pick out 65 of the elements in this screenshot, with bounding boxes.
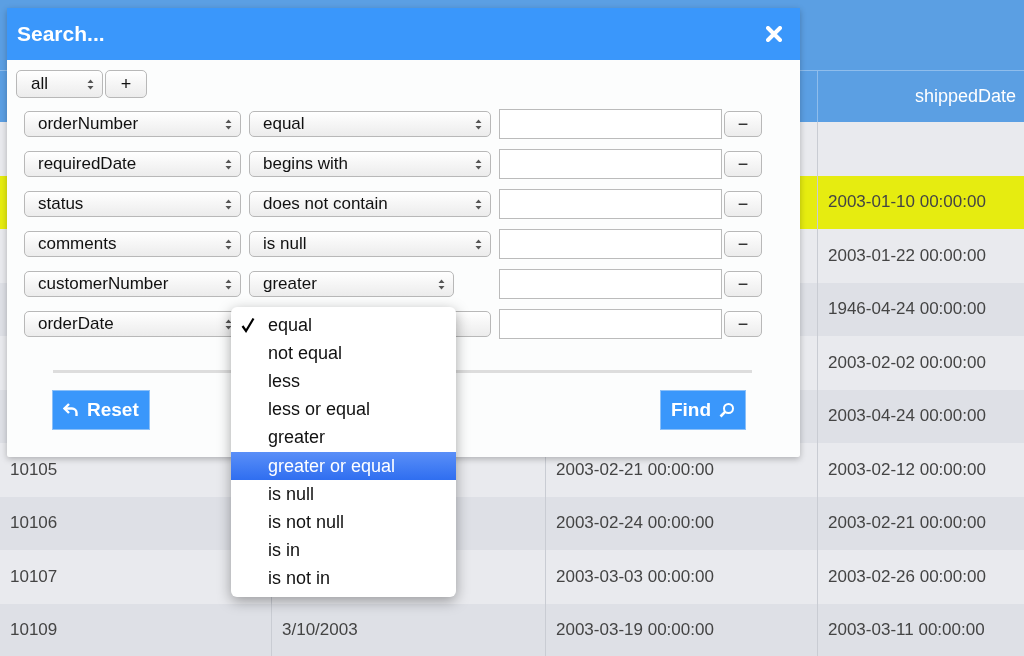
dialog-title: Search... <box>17 22 105 46</box>
field-select[interactable]: orderNumber <box>24 111 241 137</box>
menu-item[interactable]: is not null <box>231 508 456 537</box>
close-icon[interactable] <box>766 26 782 42</box>
remove-button[interactable]: − <box>724 151 762 177</box>
menu-item[interactable]: less <box>231 367 456 396</box>
table-cell: 2003-03-19 00:00:00 <box>556 620 714 641</box>
operator-select[interactable]: equal <box>249 111 491 137</box>
up-down-caret-icon <box>225 238 232 250</box>
remove-button[interactable]: − <box>724 271 762 297</box>
undo-icon <box>63 402 79 418</box>
value-input[interactable] <box>499 229 722 259</box>
table-cell: 2003-01-22 00:00:00 <box>828 245 986 266</box>
value-input[interactable] <box>499 109 722 139</box>
table-cell: 10107 <box>10 566 58 587</box>
table-cell: 2003-03-03 00:00:00 <box>556 566 714 587</box>
table-cell: 3/10/2003 <box>282 620 358 641</box>
field-select[interactable]: customerNumber <box>24 271 241 297</box>
remove-button[interactable]: − <box>724 111 762 137</box>
up-down-caret-icon <box>87 78 94 90</box>
operator-select[interactable]: begins with <box>249 151 491 177</box>
menu-item[interactable]: less or equal <box>231 395 456 424</box>
table-cell: 2003-02-02 00:00:00 <box>828 352 986 373</box>
up-down-caret-icon <box>475 198 482 210</box>
menu-item[interactable]: not equal <box>231 339 456 368</box>
operator-select[interactable]: greater <box>249 271 454 297</box>
value-input[interactable] <box>499 189 722 219</box>
table-cell: 2003-02-12 00:00:00 <box>828 459 986 480</box>
table-cell: 2003-02-24 00:00:00 <box>556 513 714 534</box>
up-down-caret-icon <box>225 278 232 290</box>
value-input[interactable] <box>499 149 722 179</box>
table-cell: 2003-01-10 00:00:00 <box>828 192 986 213</box>
remove-button[interactable]: − <box>724 311 762 337</box>
table-cell: 1946-04-24 00:00:00 <box>828 299 986 320</box>
up-down-caret-icon <box>438 278 445 290</box>
field-select[interactable]: requiredDate <box>24 151 241 177</box>
search-icon <box>719 402 735 418</box>
operator-select[interactable]: does not contain <box>249 191 491 217</box>
table-cell: 10109 <box>10 620 58 641</box>
table-cell: 2003-04-24 00:00:00 <box>828 406 986 427</box>
table-cell: 2003-02-26 00:00:00 <box>828 566 986 587</box>
value-input[interactable] <box>499 309 722 339</box>
match-select[interactable]: all <box>16 70 103 98</box>
field-select[interactable]: status <box>24 191 241 217</box>
up-down-caret-icon <box>475 238 482 250</box>
table-cell: 10105 <box>10 459 58 480</box>
table-cell: 2003-03-11 00:00:00 <box>828 620 985 641</box>
table-cell: 10106 <box>10 513 58 534</box>
up-down-caret-icon <box>475 118 482 130</box>
up-down-caret-icon <box>225 198 232 210</box>
operator-select[interactable]: is null <box>249 231 491 257</box>
value-input[interactable] <box>499 269 722 299</box>
checkmark-icon <box>241 317 255 333</box>
up-down-caret-icon <box>475 158 482 170</box>
remove-button[interactable]: − <box>724 191 762 217</box>
up-down-caret-icon <box>225 158 232 170</box>
table-row[interactable]: 10109 3/10/2003 2003-03-19 00:00:00 2003-03-11 00:00:00 <box>0 603 1024 656</box>
menu-item[interactable]: is not in <box>231 564 456 593</box>
table-cell: 2003-02-21 00:00:00 <box>556 459 714 480</box>
remove-button[interactable]: − <box>724 231 762 257</box>
field-select[interactable]: comments <box>24 231 241 257</box>
add-button[interactable]: + <box>105 70 147 98</box>
table-cell: 2003-02-21 00:00:00 <box>828 513 986 534</box>
up-down-caret-icon <box>225 118 232 130</box>
menu-item[interactable]: greater or equal <box>231 451 456 481</box>
